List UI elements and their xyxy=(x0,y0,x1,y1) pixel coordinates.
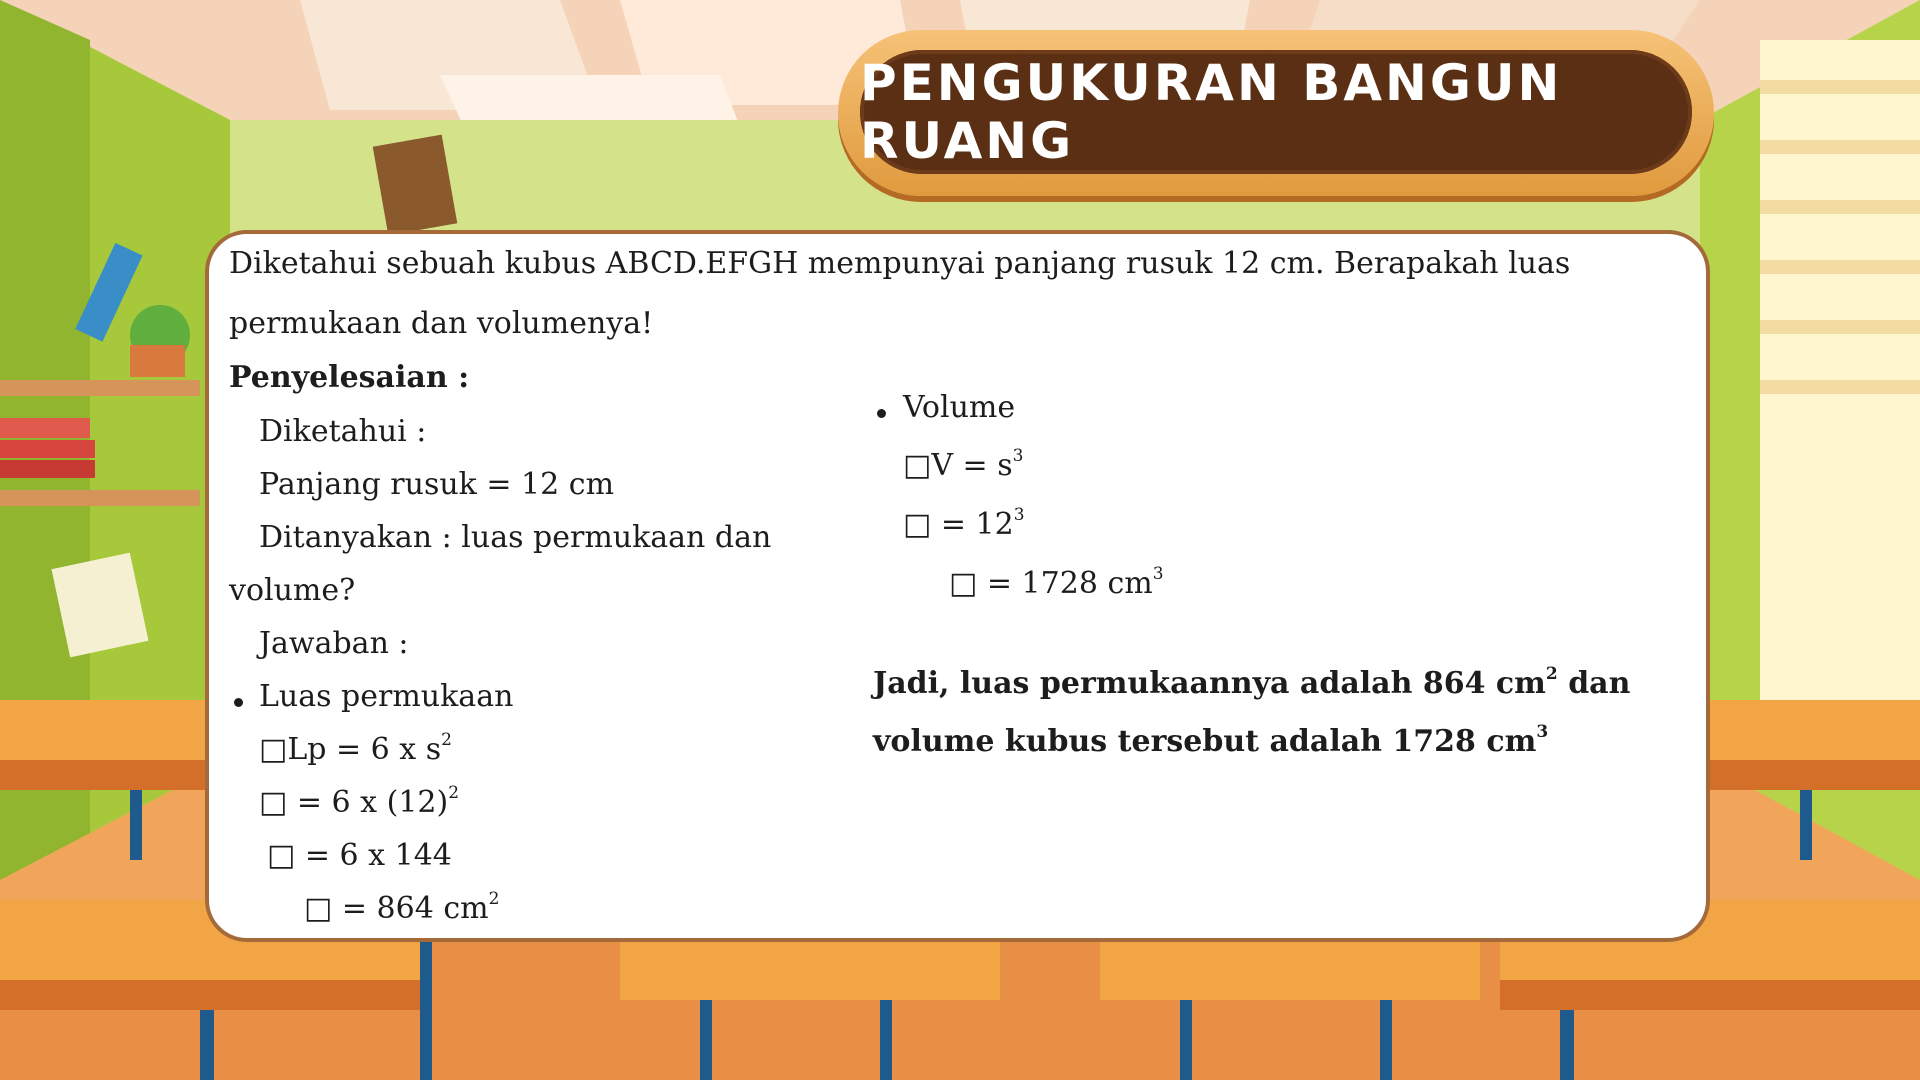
problem-line-1: Diketahui sebuah kubus ABCD.EFGH mempuny… xyxy=(229,246,1571,281)
answer-label: Jawaban : xyxy=(259,626,409,661)
asked-line-1: Ditanyakan : luas permukaan dan xyxy=(259,520,772,555)
surface-step-3: □ = 6 x 144 xyxy=(267,838,452,873)
title-banner: PENGUKURAN BANGUN RUANG xyxy=(838,30,1714,196)
bullet-surface xyxy=(234,698,243,707)
volume-label: Volume xyxy=(903,390,1016,425)
volume-step-1: □V = s3 xyxy=(903,446,1024,483)
volume-step-2: □ = 123 xyxy=(903,505,1025,542)
surface-step-4: □ = 864 cm2 xyxy=(304,889,500,926)
edge-length: Panjang rusuk = 12 cm xyxy=(259,467,615,502)
content-card: Diketahui sebuah kubus ABCD.EFGH mempuny… xyxy=(205,230,1710,942)
surface-step-1: □Lp = 6 x s2 xyxy=(259,730,452,767)
asked-line-2: volume? xyxy=(229,573,356,608)
title-banner-inner: PENGUKURAN BANGUN RUANG xyxy=(860,50,1692,174)
conclusion-line-2: volume kubus tersebut adalah 1728 cm3 xyxy=(873,722,1549,759)
volume-step-3: □ = 1728 cm3 xyxy=(949,564,1164,601)
conclusion-line-1: Jadi, luas permukaannya adalah 864 cm2 d… xyxy=(873,664,1631,701)
solution-heading: Penyelesaian : xyxy=(229,360,470,395)
bullet-volume xyxy=(877,409,886,418)
surface-step-2: □ = 6 x (12)2 xyxy=(259,783,460,820)
page-title: PENGUKURAN BANGUN RUANG xyxy=(860,54,1563,170)
known-label: Diketahui : xyxy=(259,414,427,449)
surface-label: Luas permukaan xyxy=(259,679,514,714)
problem-line-2: permukaan dan volumenya! xyxy=(229,306,654,341)
